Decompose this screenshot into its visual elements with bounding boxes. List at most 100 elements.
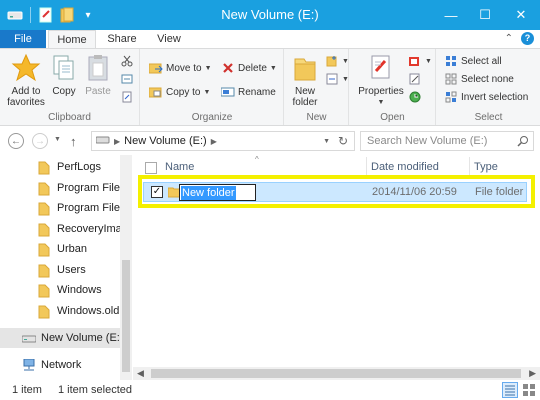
tab-share[interactable]: Share [100,30,144,48]
add-to-favorites-label: Add to favorites [7,86,45,108]
history-button[interactable] [408,89,422,105]
new-item-button[interactable]: ▼ [325,53,349,69]
nav-item-folder[interactable]: Urban [0,239,120,259]
select-none-button[interactable]: Select none [444,71,514,87]
nav-item-folder[interactable]: Windows [0,280,120,300]
maximize-button[interactable]: ☐ [468,0,502,30]
copy-icon [48,52,80,84]
column-divider[interactable] [469,157,470,177]
horizontal-scrollbar-thumb[interactable] [151,369,521,378]
forward-button[interactable]: → [32,133,48,149]
select-all-checkbox[interactable] [145,162,157,174]
clipboard-icon [82,52,114,84]
open-caret-icon: ▼ [425,57,432,65]
delete-button[interactable]: Delete ▼ [221,60,277,76]
nav-scrollbar-thumb[interactable] [122,260,130,372]
rename-button[interactable]: Rename [221,84,276,100]
copy-label: Copy [52,86,76,97]
highlight-box [138,175,535,208]
nav-item-folder[interactable]: Program Files [0,178,120,198]
properties-button[interactable]: Properties ▼ [356,52,406,108]
breadcrumb-chevron-icon[interactable]: ▶ [211,137,217,146]
address-history-icon[interactable]: ▼ [323,138,330,145]
status-bar: 1 item 1 item selected [0,380,540,400]
new-folder-icon [289,52,321,84]
large-icons-view-button[interactable] [521,382,537,398]
paste-shortcut-icon [120,90,134,104]
breadcrumb-current[interactable]: New Volume (E:) [124,135,207,147]
back-button[interactable]: ← [8,133,24,149]
address-bar[interactable]: ▶ New Volume (E:) ▶ ▼ ↻ [91,131,355,151]
add-to-favorites-button[interactable]: Add to favorites [4,52,48,108]
open-icon [408,54,422,68]
edit-button[interactable] [408,71,422,87]
properties-caret-icon: ▼ [377,99,385,106]
nav-scrollbar[interactable] [120,155,132,380]
search-icon[interactable] [517,135,529,150]
edit-icon [408,72,422,86]
open-button[interactable]: ▼ [408,53,432,69]
selection-count: 1 item selected [58,384,132,396]
new-group: New folder ▼ ▼ New [285,49,349,125]
paste-button[interactable]: Paste [82,52,114,97]
nav-item-label: Network [41,359,82,371]
copy-to-button[interactable]: Copy to ▼ [149,84,210,100]
customize-qat-icon[interactable]: ▾ [79,6,97,24]
properties-qat-icon[interactable] [37,6,55,24]
column-divider[interactable] [366,157,367,177]
cut-button[interactable] [120,53,134,69]
refresh-icon[interactable]: ↻ [338,134,348,148]
open-group: Properties ▼ ▼ Open [350,49,436,125]
move-to-button[interactable]: Move to ▼ [149,60,212,76]
breadcrumb-chevron-icon[interactable]: ▶ [114,137,120,146]
expand-ribbon-icon[interactable]: ⌃ [505,33,513,44]
scroll-right-icon[interactable]: ▶ [529,368,536,379]
tab-file[interactable]: File [0,30,46,48]
invert-selection-button[interactable]: Invert selection [444,89,528,105]
open-group-label: Open [380,112,405,123]
up-arrow-icon[interactable]: ↑ [70,134,77,149]
invert-selection-label: Invert selection [461,91,529,103]
easy-access-caret-icon: ▼ [342,75,349,83]
scroll-left-icon[interactable]: ◀ [137,368,144,379]
nav-item-folder[interactable]: PerfLogs [0,157,120,177]
search-input[interactable]: Search New Volume (E:) [360,131,534,151]
folder-icon [38,223,52,236]
select-all-button[interactable]: Select all [444,53,502,69]
folder-icon [38,243,52,257]
nav-item-folder[interactable]: Users [0,260,120,280]
horizontal-scrollbar[interactable]: ◀ ▶ [133,367,540,380]
drive-icon[interactable] [6,6,24,24]
nav-item-drive[interactable]: New Volume (E:) [0,328,120,348]
folder-icon [38,182,52,195]
paste-shortcut-button[interactable] [120,89,134,105]
new-folder-qat-icon[interactable] [58,6,76,24]
properties-label: Properties [358,86,404,97]
nav-item-folder[interactable]: RecoveryImag [0,219,120,239]
item-count: 1 item [12,384,42,396]
details-view-button[interactable] [502,382,518,398]
nav-item-label: Program Files [57,181,120,194]
nav-item-folder[interactable]: Windows.old [0,301,120,321]
copy-button[interactable]: Copy [48,52,80,97]
nav-item-folder[interactable]: Program Files [0,198,120,218]
help-icon[interactable]: ? [521,32,534,45]
folder-icon [38,305,52,318]
history-icon [408,90,422,104]
select-none-label: Select none [461,73,514,85]
tab-home[interactable]: Home [48,30,96,49]
minimize-button[interactable]: — [434,0,468,30]
nav-item-label: Windows [57,284,102,296]
tab-view[interactable]: View [148,30,190,48]
recent-locations-icon[interactable]: ▼ [54,136,61,143]
select-group: Select all Select none Invert selection … [437,49,540,125]
copy-to-label: Copy to [166,86,201,98]
select-all-label: Select all [461,55,502,67]
large-icons-view-icon [523,384,535,396]
close-button[interactable]: ✕ [502,0,540,30]
copy-path-button[interactable] [120,71,134,87]
easy-access-button[interactable]: ▼ [325,71,349,87]
nav-item-label: Users [57,263,86,276]
new-folder-button[interactable]: New folder [287,52,323,108]
nav-item-network[interactable]: Network [0,355,120,375]
